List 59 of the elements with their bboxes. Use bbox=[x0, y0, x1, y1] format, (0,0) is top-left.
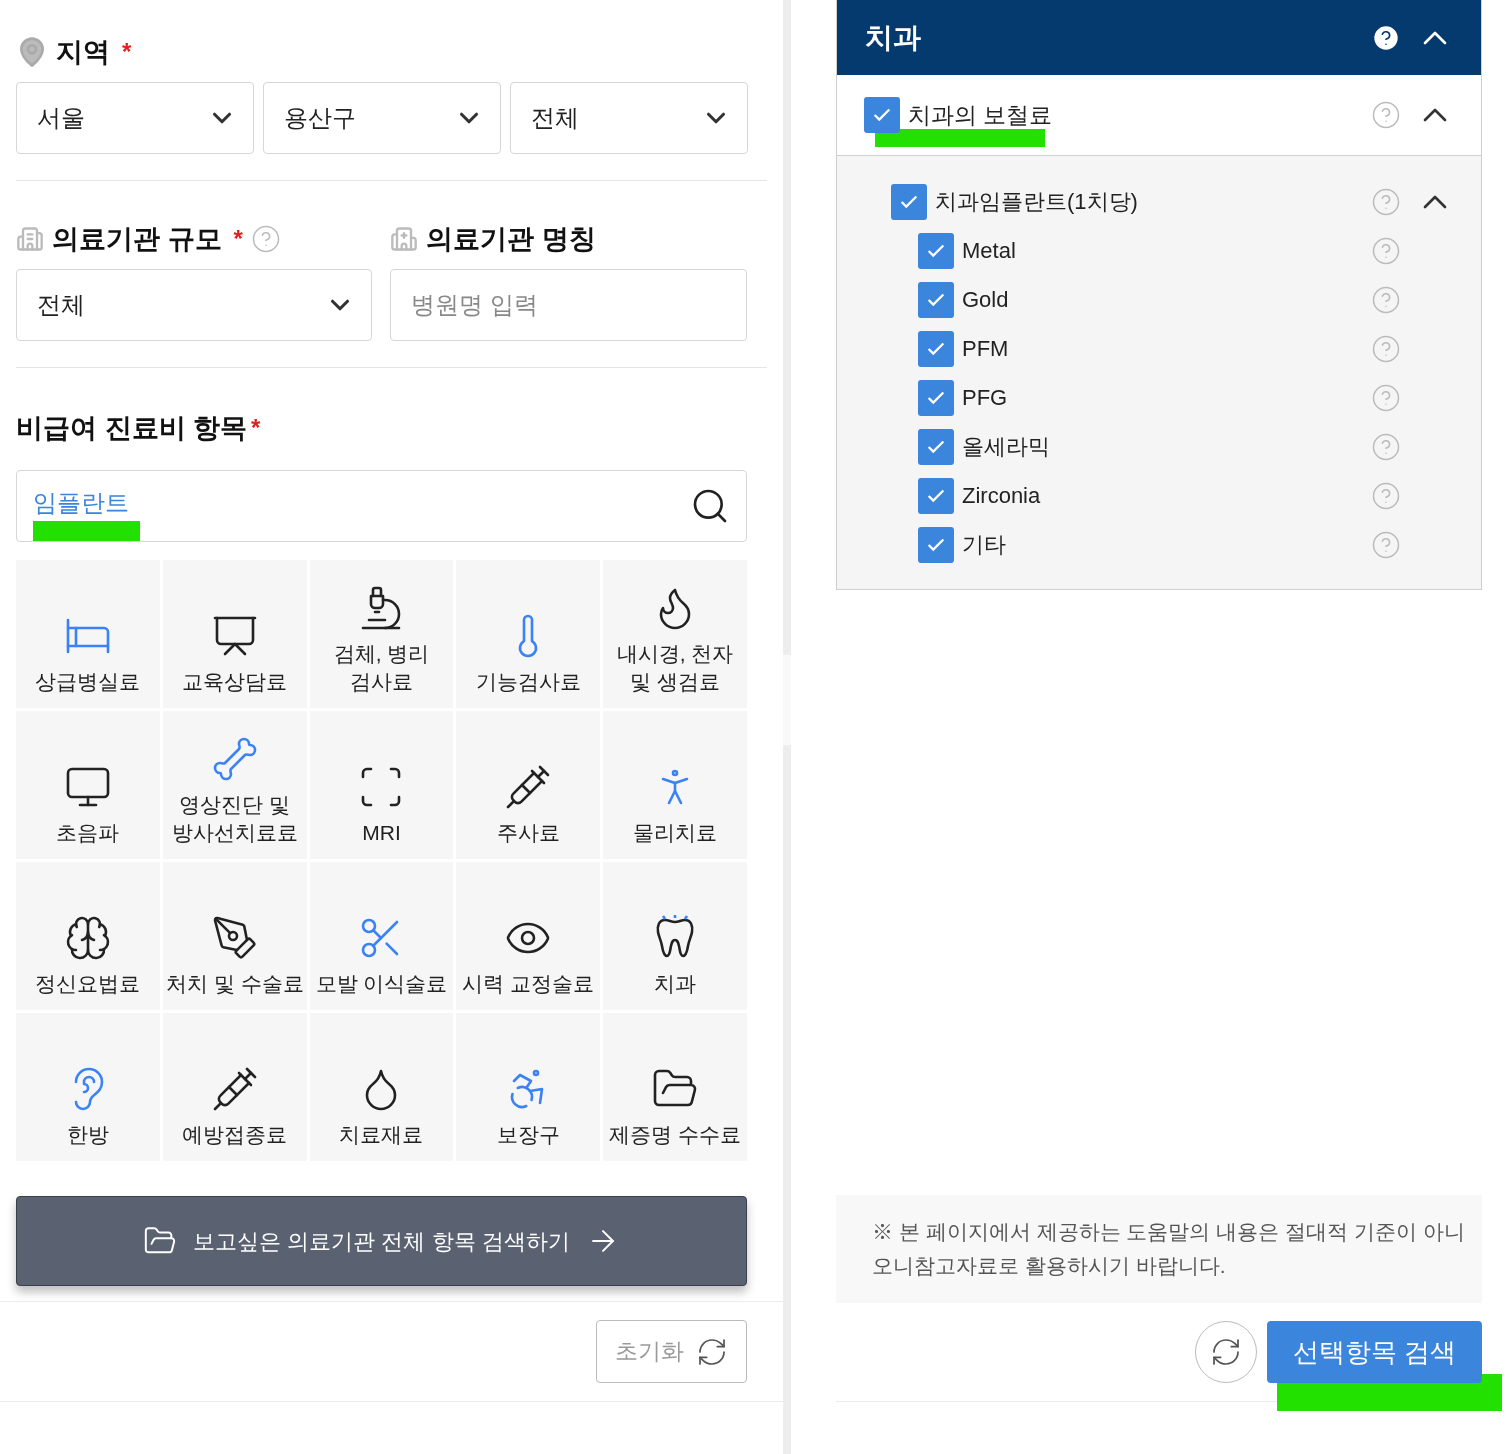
tree-item-label: 치과임플란트(1치당) bbox=[935, 188, 1138, 216]
category-tile[interactable]: 검체, 병리 검사료 bbox=[309, 560, 454, 708]
tree-item-label: 치과의 보철료 bbox=[908, 102, 1053, 128]
required-mark: * bbox=[122, 37, 132, 67]
section-title: 지역 bbox=[56, 35, 110, 69]
notice-text: ※ 본 페이지에서 제공하는 도움말의 내용은 절대적 기준이 아니 오니참고자료로 활용하시기 바랍니다. bbox=[872, 1219, 1465, 1279]
category-tile[interactable]: 보장구 bbox=[456, 1013, 601, 1161]
checkbox[interactable] bbox=[918, 330, 954, 367]
category-tile[interactable]: 영상진단 및 방사선치료료 bbox=[162, 711, 307, 859]
refresh-icon bbox=[1210, 1336, 1242, 1368]
search-field[interactable]: 임플란트 bbox=[16, 470, 747, 542]
tree-item-label: Metal bbox=[962, 237, 1016, 265]
checkbox[interactable] bbox=[918, 477, 954, 514]
category-tile[interactable]: 기능검사료 bbox=[456, 560, 601, 708]
checkbox[interactable] bbox=[918, 526, 954, 563]
search-selected-button[interactable]: 선택항목 검색 bbox=[1267, 1321, 1482, 1383]
checkbox[interactable] bbox=[918, 428, 954, 465]
category-tile[interactable]: 치과 bbox=[603, 862, 747, 1010]
category-tile[interactable]: 초음파 bbox=[16, 711, 160, 859]
search-input[interactable]: 임플란트 bbox=[33, 488, 690, 518]
category-tile[interactable]: 한방 bbox=[16, 1013, 160, 1161]
checkbox[interactable] bbox=[918, 281, 954, 318]
category-tile[interactable]: 치료재료 bbox=[309, 1013, 454, 1161]
tree-item-label: Gold bbox=[962, 286, 1009, 314]
checkbox[interactable] bbox=[918, 379, 954, 416]
category-tile[interactable]: 시력 교정술료 bbox=[456, 862, 601, 1010]
required-mark: * bbox=[233, 224, 243, 254]
dropdown-select[interactable]: 전체 bbox=[16, 269, 372, 341]
checkbox[interactable] bbox=[864, 97, 900, 133]
category-tile[interactable]: 모발 이식술료 bbox=[309, 862, 454, 1010]
tree-item-label: 기타 bbox=[962, 531, 1006, 559]
category-tile[interactable]: 처치 및 수술료 bbox=[162, 862, 307, 1010]
search-all-button[interactable]: 보고싶은 의료기관 전체 항목 검색하기 bbox=[16, 1196, 747, 1286]
category-tile[interactable]: MRI bbox=[309, 711, 454, 859]
tree-item-label: 올세라믹 bbox=[962, 433, 1050, 461]
checkbox[interactable] bbox=[891, 183, 927, 220]
category-tile[interactable]: 예방접종료 bbox=[162, 1013, 307, 1161]
hospital-name-field[interactable]: 병원명 입력 bbox=[390, 269, 747, 341]
checkbox[interactable] bbox=[918, 232, 954, 269]
category-tile[interactable]: 교육상담료 bbox=[162, 560, 307, 708]
category-tile[interactable]: 주사료 bbox=[456, 711, 601, 859]
section-title: 비급여 진료비 항목 bbox=[16, 411, 247, 445]
category-tile[interactable]: 상급병실료 bbox=[16, 560, 160, 708]
category-tile[interactable]: 내시경, 천자 및 생검료 bbox=[603, 560, 747, 708]
dropdown-select[interactable]: 서울 bbox=[16, 82, 254, 154]
required-mark: * bbox=[251, 413, 261, 443]
category-tile[interactable]: 정신요법료 bbox=[16, 862, 160, 1010]
panel-title: 치과 bbox=[865, 20, 921, 55]
dropdown-select[interactable]: 용산구 bbox=[263, 82, 501, 154]
tree-item-label: PFM bbox=[962, 335, 1009, 363]
tree-item-label: Zirconia bbox=[962, 482, 1041, 510]
tree-item-label: PFG bbox=[962, 384, 1008, 412]
building-icon bbox=[16, 225, 44, 253]
hospital-icon bbox=[390, 225, 418, 253]
dropdown-select[interactable]: 전체 bbox=[510, 82, 748, 154]
section-title: 의료기관 규모 bbox=[52, 222, 222, 256]
category-tile[interactable]: 물리치료 bbox=[603, 711, 747, 859]
section-title: 의료기관 명칭 bbox=[426, 222, 596, 256]
category-tile[interactable]: 제증명 수수료 bbox=[603, 1013, 747, 1161]
